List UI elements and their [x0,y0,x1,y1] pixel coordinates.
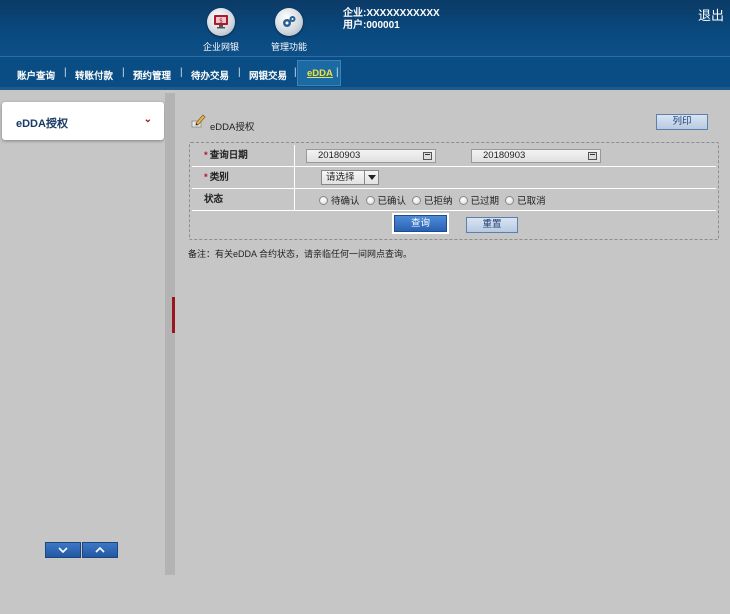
date-to-input[interactable]: 20180903 [471,149,601,163]
note-text: 备注：有关eDDA 合约状态，请亲临任何一间网点查询。 [188,249,413,259]
status-radio-cancelled[interactable]: 已取消 [505,193,546,207]
radio-icon [412,195,422,205]
type-select-value: 请选择 [326,172,355,183]
company-line: 企业:XXXXXXXXXXX [343,8,440,19]
monitor-icon: $ [207,8,235,36]
date-label: 查询日期 [209,150,248,161]
type-select[interactable]: 请选择 [321,170,379,185]
sidebar: eDDA授权 ⌄ [0,93,170,575]
nav-item-edda-label: eDDA [307,68,333,79]
reset-button[interactable]: 重置 [466,217,518,233]
date-row: * 查询日期 20180903 20180903 [192,145,716,167]
status-radio-pending[interactable]: 待确认 [319,193,360,207]
sidebar-divider [165,93,175,575]
chevron-down-icon [58,547,68,554]
print-button[interactable]: 列印 [656,114,708,130]
query-form: * 查询日期 20180903 20180903 * 类别 请选择 状态 待确认 已… [189,142,719,240]
page-heading: eDDA授权 [190,112,254,133]
radio-icon [319,195,328,205]
nav-item-transfer[interactable]: 转账付款 [75,68,113,82]
date-label-cell: * 查询日期 [192,145,295,166]
status-radio-group: 待确认 已确认 已拒纳 已过期 已取消 [319,193,552,207]
chevron-down-icon: ⌄ [143,114,152,125]
dropdown-arrow-icon [364,171,378,184]
calendar-icon[interactable] [423,152,432,160]
corporate-banking-label: 企业网银 [202,42,239,52]
main-nav: 账户查询 | 转账付款 | 预约管理 | 待办交易 | 网银交易 | eDDA … [0,56,730,90]
type-row: * 类别 请选择 [192,167,716,189]
nav-item-account-query[interactable]: 账户查询 [17,68,55,82]
status-radio-expired[interactable]: 已过期 [458,193,499,207]
status-radio-rejected[interactable]: 已拒纳 [412,193,453,207]
sidebar-item-label: eDDA授权 [16,118,68,130]
type-label-cell: * 类别 [192,167,295,188]
status-row: 状态 待确认 已确认 已拒纳 已过期 已取消 [192,189,716,211]
nav-separator: | [122,67,125,78]
logout-link[interactable]: 退出 [698,5,724,24]
corporate-banking-button[interactable]: $ 企业网银 [191,8,251,53]
scroll-up-button[interactable] [82,542,118,558]
status-radio-confirmed[interactable]: 已确认 [365,193,406,207]
date-from-input[interactable]: 20180903 [306,149,436,163]
status-label: 状态 [204,194,224,205]
management-label: 管理功能 [270,42,307,52]
user-line: 用户:000001 [343,20,400,31]
nav-separator: | [336,67,339,78]
nav-item-scheduled[interactable]: 预约管理 [133,68,171,82]
gears-icon [275,8,303,36]
edit-pencil-icon [191,114,206,128]
date-to-value: 20180903 [483,150,526,161]
nav-item-pending[interactable]: 待办交易 [191,68,229,82]
radio-icon [458,195,468,205]
user-info: 企业:XXXXXXXXXXX 用户:000001 [343,8,440,32]
sidebar-item-edda-authorization[interactable]: eDDA授权 ⌄ [2,102,164,140]
svg-text:$: $ [219,18,223,25]
calendar-icon[interactable] [588,152,597,160]
page-title: eDDA授权 [210,121,255,133]
chevron-up-icon [95,546,105,553]
type-label: 类别 [209,172,229,183]
radio-icon [505,195,515,205]
nav-item-edda[interactable]: eDDA [297,60,341,86]
management-button[interactable]: 管理功能 [259,8,319,53]
date-from-value: 20180903 [318,150,361,161]
nav-separator: | [64,67,67,78]
nav-separator: | [238,67,241,78]
query-button[interactable]: 查询 [394,215,447,232]
status-label-cell: 状态 [192,189,295,210]
radio-icon [365,195,375,205]
nav-separator: | [180,67,183,78]
nav-item-online-transactions[interactable]: 网银交易 [249,68,287,82]
top-header: $ 企业网银 管理功能 企业:XXXXXXXXXXX 用户:000001 退出 [0,0,730,56]
main-content: eDDA授权 列印 * 查询日期 20180903 20180903 * 类别 请选… [175,93,730,575]
scroll-down-button[interactable] [45,542,81,558]
